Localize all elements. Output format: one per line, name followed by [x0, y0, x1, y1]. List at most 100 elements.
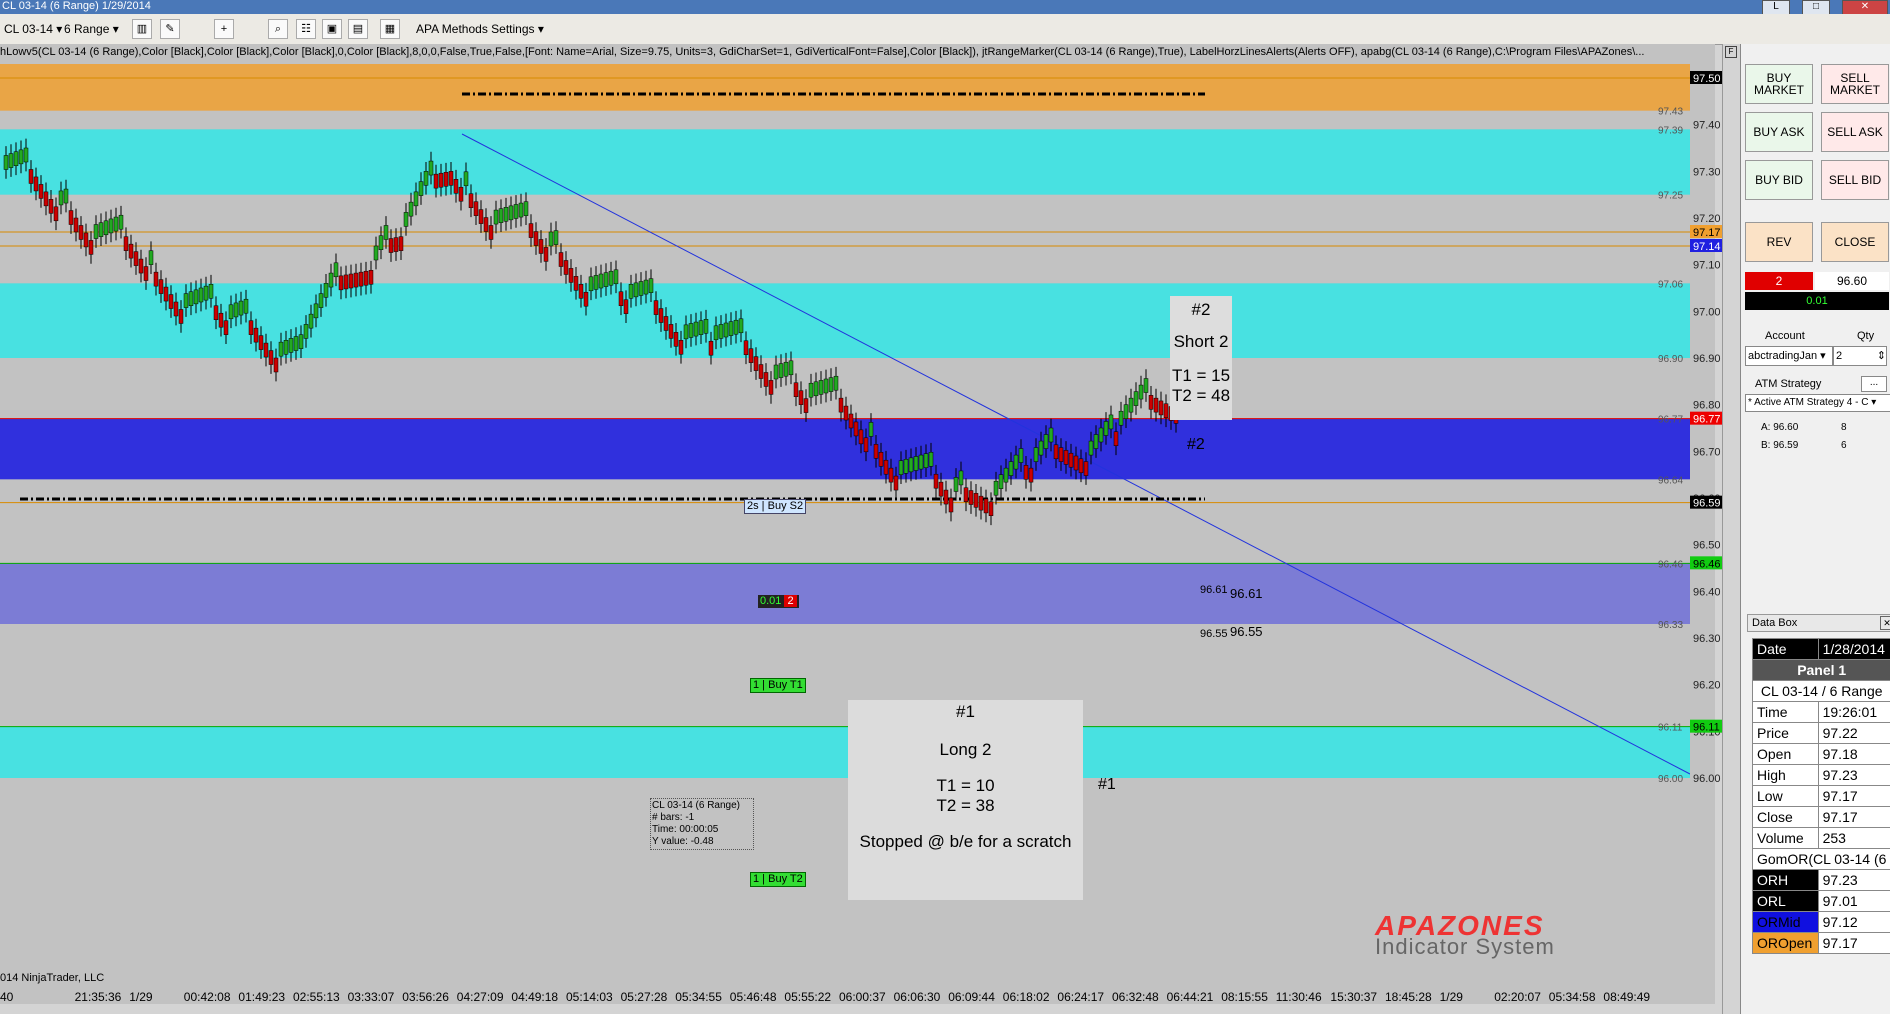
candle-body: [443, 172, 449, 187]
atm-config-button[interactable]: ...: [1861, 376, 1887, 392]
candle-body: [83, 232, 89, 248]
candle-body: [113, 216, 119, 232]
candle-body: [558, 252, 564, 267]
candle-body: [1123, 404, 1129, 419]
short-note-title: #2: [1191, 300, 1211, 319]
qty-input[interactable]: 2 ⇕: [1833, 346, 1887, 366]
account-select[interactable]: abctradingJan ▾: [1745, 346, 1833, 366]
candle-body: [1133, 391, 1139, 406]
buy-t2-order[interactable]: 1 | Buy T2: [750, 872, 806, 887]
candle-body: [298, 334, 304, 349]
short-note-t1: T1 = 15: [1171, 366, 1231, 385]
candle-body: [68, 210, 74, 225]
properties-icon[interactable]: ☷: [296, 19, 316, 39]
candle-body: [948, 497, 954, 513]
buy-t1-order[interactable]: 1 | Buy T1: [750, 678, 806, 693]
candle-body: [223, 320, 229, 335]
candle-body: [328, 272, 334, 288]
apa-settings-menu[interactable]: APA Methods Settings ▾: [416, 22, 544, 36]
candle-body: [528, 223, 534, 238]
zone-label: 96.46: [1658, 559, 1683, 570]
short-note-name: Short 2: [1173, 332, 1229, 351]
candle-body: [313, 303, 319, 319]
price-axis[interactable]: 97.40 97.30 97.20 97.10 97.00 96.90 96.80 96.70…: [1690, 44, 1725, 984]
range-selector[interactable]: 6 Range ▾: [64, 22, 119, 36]
sell-bid-button[interactable]: SELL BID: [1821, 160, 1889, 200]
zoom-icon[interactable]: ⌕: [268, 19, 288, 39]
candle-body: [768, 380, 774, 395]
candle-body: [123, 236, 129, 251]
instrument-selector[interactable]: CL 03-14 ▾: [4, 22, 62, 36]
candle-body: [128, 243, 134, 259]
candle-body: [773, 364, 779, 380]
minimize-button[interactable]: L: [1762, 0, 1790, 15]
candle-body: [23, 147, 29, 163]
candle-body: [303, 324, 309, 339]
candle-body: [513, 204, 519, 219]
panel-settings-icon[interactable]: F: [1725, 46, 1737, 58]
pencil-icon[interactable]: ✎: [160, 19, 180, 39]
candle-body: [218, 312, 224, 328]
candle-body: [973, 493, 979, 508]
candle-body: [778, 363, 784, 378]
buy-s2-order[interactable]: 2s | Buy S2: [744, 499, 807, 514]
candle-body: [583, 291, 589, 307]
y-tick-label: 96.20: [1693, 680, 1721, 692]
buy-market-button[interactable]: BUY MARKET: [1745, 64, 1813, 104]
screenshot-icon[interactable]: ▣: [322, 19, 342, 39]
candle-body: [33, 176, 39, 192]
candle-body: [1158, 400, 1164, 416]
candle-body: [1013, 454, 1019, 470]
apa-icon[interactable]: ▦: [380, 19, 400, 39]
candle-body: [193, 289, 199, 305]
candle-body: [118, 214, 124, 230]
crosshair-icon[interactable]: +: [214, 19, 234, 39]
candle-body: [138, 258, 144, 274]
candle-body: [1088, 440, 1094, 456]
copyright-text: 014 NinjaTrader, LLC: [0, 972, 105, 984]
candle-body: [708, 340, 714, 356]
x-tick-label: 40: [0, 990, 14, 1004]
zone-band: [0, 726, 1690, 778]
close-window-button[interactable]: ✕: [1842, 0, 1888, 15]
sell-ask-button[interactable]: SELL ASK: [1821, 112, 1889, 152]
price-chart[interactable]: 97.9397.4397.3997.2597.0696.9096.7796.64…: [0, 44, 1715, 1004]
close-position-button[interactable]: CLOSE: [1821, 222, 1889, 262]
y-tick-label: 96.90: [1693, 353, 1721, 365]
candle-body: [178, 309, 184, 324]
databox-row: High 97.23: [1752, 764, 1890, 786]
candle-body: [698, 320, 704, 335]
x-tick-label: 11:30:46: [1275, 990, 1322, 1004]
candle-body: [53, 206, 59, 222]
x-tick-label: 1/29: [1439, 990, 1463, 1004]
databox-close-icon[interactable]: ✕: [1880, 616, 1890, 630]
long-note-t1: T1 = 10: [936, 776, 995, 795]
reverse-button[interactable]: REV: [1745, 222, 1813, 262]
candle-body: [653, 300, 659, 315]
x-tick-label: 02:55:13: [293, 990, 340, 1004]
restore-button[interactable]: □: [1802, 0, 1830, 15]
bar-type-icon[interactable]: ▥: [132, 19, 152, 39]
data-box: Date 1/28/2014 Panel 1 CL 03-14 / 6 Range…: [1751, 638, 1890, 954]
candle-body: [1138, 384, 1144, 400]
candle-body: [763, 372, 769, 387]
price-marker-label: 96.46: [1693, 558, 1721, 570]
candle-body: [213, 305, 219, 320]
buy-bid-button[interactable]: BUY BID: [1745, 160, 1813, 200]
candle-body: [658, 308, 664, 323]
sell-market-button[interactable]: SELL MARKET: [1821, 64, 1889, 104]
candle-body: [278, 341, 284, 357]
candle-body: [308, 313, 314, 329]
candle-body: [963, 487, 969, 502]
buy-ask-button[interactable]: BUY ASK: [1745, 112, 1813, 152]
candle-body: [738, 318, 744, 334]
candle-body: [438, 172, 444, 188]
candle-body: [868, 422, 874, 437]
candle-body: [828, 377, 834, 392]
x-tick-label: 15:30:37: [1330, 990, 1378, 1004]
candle-body: [1118, 410, 1124, 426]
data-box-icon[interactable]: ▤: [348, 19, 368, 39]
atm-select[interactable]: * Active ATM Strategy 4 - C ▾: [1745, 394, 1890, 412]
databox-row: Volume 253: [1752, 827, 1890, 849]
zone-label: 97.43: [1658, 107, 1683, 118]
